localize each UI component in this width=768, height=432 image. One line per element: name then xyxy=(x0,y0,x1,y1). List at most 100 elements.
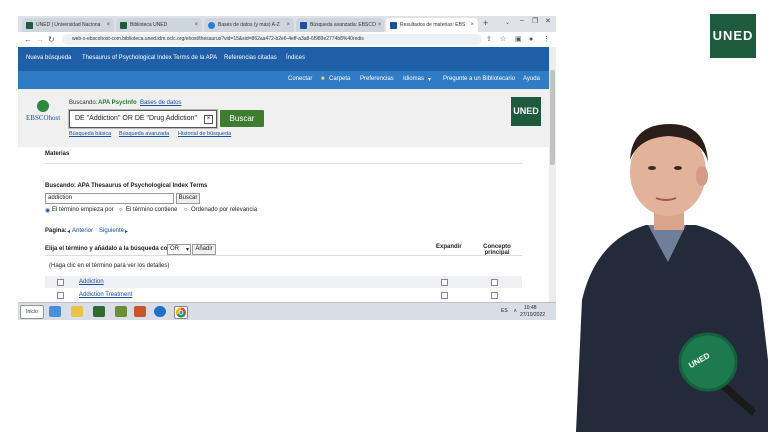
share-icon[interactable]: ⇪ xyxy=(486,34,492,45)
operator-select[interactable]: OR ▾ xyxy=(167,244,191,255)
back-arrow-icon[interactable]: ← xyxy=(24,34,32,45)
chrome-icon[interactable] xyxy=(174,306,188,319)
nav-preferencias[interactable]: Preferencias xyxy=(360,76,394,82)
radio-contains-icon[interactable]: ○ xyxy=(119,207,123,213)
radio-contains-label: El término contiene xyxy=(126,207,178,213)
term-link[interactable]: Addiction xyxy=(79,279,104,285)
close-tab-icon[interactable]: × xyxy=(468,22,474,28)
sidebar-icon[interactable]: ▣ xyxy=(515,34,522,45)
url-field[interactable]: web-s-ebscohost-com.biblioteca.uned.idm.… xyxy=(62,34,482,45)
tab-resultados-materias[interactable]: Resultados de materias: EBS × xyxy=(386,18,478,32)
ebsco-sub-nav: Conectar ■ Carpeta Preferencias Idiomas … xyxy=(18,71,549,89)
select-label: Elija el término y añádalo a la búsqueda… xyxy=(45,246,174,252)
scrollbar-thumb[interactable] xyxy=(550,70,555,165)
explorer-icon[interactable] xyxy=(49,306,61,317)
minimize-icon[interactable]: – xyxy=(520,17,524,24)
uned-watermark-logo: UNED xyxy=(710,14,756,58)
forward-arrow-icon[interactable]: → xyxy=(36,34,44,45)
main-concept-checkbox[interactable] xyxy=(491,279,498,286)
nav-referencias-citadas[interactable]: Referencias citadas xyxy=(224,55,277,61)
close-tab-icon[interactable]: × xyxy=(376,22,382,28)
nav-thesaurus[interactable]: Thesaurus of Psychological Index Terms d… xyxy=(82,55,217,61)
nav-ayuda[interactable]: Ayuda xyxy=(523,76,540,82)
close-tab-icon[interactable]: × xyxy=(284,22,290,28)
term-checkbox[interactable] xyxy=(57,279,64,286)
browser-tab-bar: UNED | Universidad Naciona × Biblioteca U… xyxy=(18,16,556,32)
restore-icon[interactable]: ❐ xyxy=(532,17,538,25)
language-indicator[interactable]: ES xyxy=(501,308,508,314)
ebsco-favicon-icon xyxy=(390,21,397,29)
databases-link[interactable]: Bases de datos xyxy=(140,100,181,106)
tray-chevron-icon[interactable]: ʌ xyxy=(514,308,517,314)
term-checkbox[interactable] xyxy=(57,292,64,299)
menu-dots-icon[interactable]: ⋮ xyxy=(543,34,550,45)
start-button[interactable]: Inicio xyxy=(20,305,44,319)
tab-busqueda-avanzada[interactable]: Búsqueda avanzada: EBSCO × xyxy=(296,18,384,32)
tab-search-icon[interactable]: ⌄ xyxy=(505,19,510,26)
add-button[interactable]: Añadir xyxy=(192,244,216,255)
database-name: APA PsycInfo xyxy=(98,100,137,106)
radio-starts-with-label: El término empieza por xyxy=(52,207,114,213)
close-window-icon[interactable]: ✕ xyxy=(545,17,551,25)
table-row: Addiction xyxy=(45,276,522,288)
folder-icon[interactable] xyxy=(71,306,83,317)
presenter-video: UNED UNED xyxy=(556,0,768,432)
next-arrow-icon: ▸ xyxy=(125,229,129,235)
table-row: Addiction Treatment xyxy=(45,289,522,301)
close-tab-icon[interactable]: × xyxy=(104,22,110,28)
uned-favicon-icon xyxy=(26,21,33,29)
page-label: Página: xyxy=(45,228,67,234)
nav-carpeta[interactable]: Carpeta xyxy=(329,76,350,82)
reload-icon[interactable]: ↻ xyxy=(48,34,55,45)
expand-checkbox[interactable] xyxy=(441,292,448,299)
chrome-logo-icon xyxy=(176,307,186,318)
expand-checkbox[interactable] xyxy=(441,279,448,286)
clear-search-icon[interactable]: × xyxy=(204,115,213,124)
radio-starts-with-icon[interactable]: ◉ xyxy=(45,207,50,214)
term-hint: (Haga clic en el término para ver los de… xyxy=(49,263,170,269)
nav-indices[interactable]: Índices xyxy=(286,55,305,61)
prev-link[interactable]: Anterior xyxy=(72,228,93,234)
chevron-down-icon: ▾ xyxy=(185,247,189,253)
searching-label: Buscando: xyxy=(69,100,98,106)
divider xyxy=(45,163,522,164)
app-icon[interactable] xyxy=(115,306,127,317)
ebsco-logo-icon xyxy=(37,100,49,112)
address-bar: ← → ↻ web-s-ebscohost-com.biblioteca.une… xyxy=(18,32,556,48)
radio-relevance-icon[interactable]: ○ xyxy=(184,207,188,213)
expand-column-header: Expandir xyxy=(436,244,462,250)
tab-biblioteca[interactable]: Biblioteca UNED × xyxy=(116,18,202,32)
new-tab-button[interactable]: + xyxy=(483,18,488,28)
browse-input-value: addiction xyxy=(48,195,73,201)
powerpoint-icon[interactable] xyxy=(134,306,146,317)
nav-idiomas[interactable]: Idiomas xyxy=(403,76,424,82)
profile-icon[interactable]: ● xyxy=(529,34,533,45)
main-concept-checkbox[interactable] xyxy=(491,292,498,299)
search-history-link[interactable]: Historial de búsqueda xyxy=(178,131,231,137)
taskbar: Inicio ES ʌ 10:48 27/10/2022 xyxy=(18,302,556,320)
nav-pregunte[interactable]: Pregunte a un Bibliotecario xyxy=(443,76,515,82)
prev-arrow-icon: ◂ xyxy=(67,229,71,235)
browse-input[interactable]: addiction xyxy=(45,193,174,204)
search-input[interactable]: DE "Addiction" OR DE "Drug Addiction" × xyxy=(69,110,217,128)
tab-bases-datos[interactable]: Bases de datos (y más) A-Z × xyxy=(204,18,294,32)
nav-nueva-busqueda[interactable]: Nueva búsqueda xyxy=(26,55,71,61)
next-link[interactable]: Siguiente xyxy=(99,228,124,234)
browse-button[interactable]: Buscar xyxy=(176,193,200,204)
tab-uned[interactable]: UNED | Universidad Naciona × xyxy=(22,18,114,32)
clock-time[interactable]: 10:48 xyxy=(524,305,537,311)
uned-favicon-icon xyxy=(120,21,127,29)
nav-conectar[interactable]: Conectar xyxy=(288,76,312,82)
term-link[interactable]: Addiction Treatment xyxy=(79,292,132,298)
advanced-search-link[interactable]: Búsqueda avanzada xyxy=(119,131,169,137)
globe-favicon-icon xyxy=(208,21,215,29)
ebsco-logo-text: EBSCOhost xyxy=(26,114,61,122)
search-button[interactable]: Buscar xyxy=(220,110,264,127)
app-icon[interactable] xyxy=(93,306,105,317)
basic-search-link[interactable]: Búsqueda básica xyxy=(69,131,111,137)
thesaurus-panel: Materias Buscando: APA Thesaurus of Psyc… xyxy=(18,147,549,302)
teamviewer-icon[interactable] xyxy=(154,306,166,317)
close-tab-icon[interactable]: × xyxy=(192,22,198,28)
clock-date[interactable]: 27/10/2022 xyxy=(520,312,545,318)
bookmark-star-icon[interactable]: ☆ xyxy=(500,34,506,45)
